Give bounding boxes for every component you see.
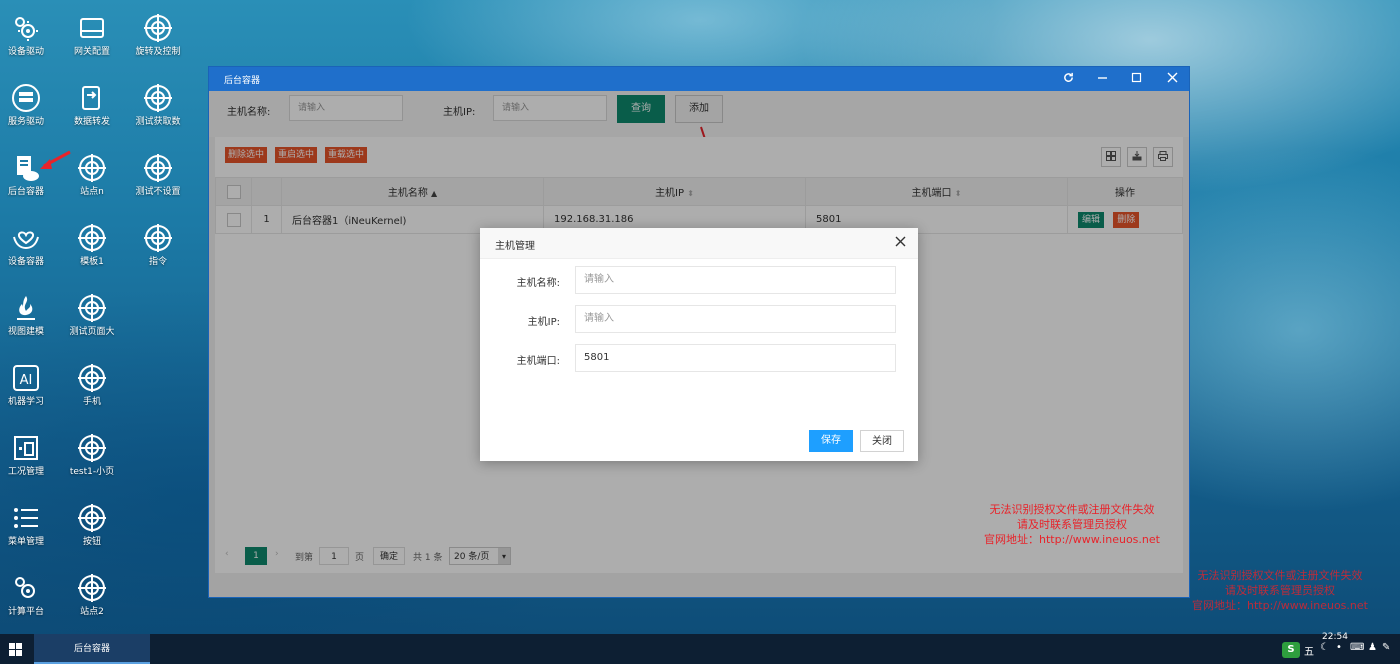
watermark-bottom-right: 无法识别授权文件或注册文件失效 请及时联系管理员授权 官网地址：http://w…	[1192, 569, 1368, 612]
ime-mode[interactable]: 五	[1304, 643, 1314, 658]
desktop-icon-service-driver[interactable]: 服务驱动	[0, 80, 56, 140]
keyboard-icon[interactable]: ⌨	[1350, 642, 1364, 653]
save-button[interactable]: 保存	[809, 430, 853, 452]
target-icon	[62, 290, 122, 326]
ai-icon: AI	[0, 360, 56, 396]
host-port-field-label: 主机端口:	[516, 356, 560, 367]
taskbar: 后台容器 S 五 ☾ • ⌨ ♟ ✎ 22:54	[0, 632, 1400, 664]
desktop-icon-command[interactable]: 指令	[128, 220, 188, 280]
gateway-icon	[62, 10, 122, 46]
target-icon	[128, 220, 188, 256]
desktop-icon-compute-platform[interactable]: 计算平台	[0, 570, 56, 630]
dialog-header: 主机管理	[480, 228, 918, 259]
maximize-button[interactable]	[1121, 67, 1151, 91]
forward-doc-icon	[62, 80, 122, 116]
host-ip-field-label: 主机IP:	[527, 317, 560, 328]
target-icon	[62, 570, 122, 606]
close-icon	[1167, 72, 1178, 86]
annotation-arrow-icon	[40, 150, 71, 169]
maximize-icon	[1131, 72, 1142, 86]
clock[interactable]: 22:54	[1322, 632, 1348, 642]
close-window-button[interactable]	[1157, 67, 1187, 91]
server-icon	[0, 80, 56, 116]
punctuation-icon[interactable]: •	[1336, 642, 1342, 653]
target-icon	[62, 430, 122, 466]
desktop-icon-device-driver[interactable]: 设备驱动	[0, 10, 56, 70]
target-icon	[62, 220, 122, 256]
flame-icon	[0, 290, 56, 326]
close-icon	[895, 236, 906, 250]
desktop-icon-site-2[interactable]: 站点2	[62, 570, 122, 630]
watermark-center: 无法识别授权文件或注册文件失效 请及时联系管理员授权 官网地址：http://w…	[984, 503, 1160, 546]
refresh-icon	[1063, 72, 1074, 86]
desktop-icon-condition-management[interactable]: 工况管理	[0, 430, 56, 490]
target-icon	[62, 500, 122, 536]
desktop-icon-test-fetch[interactable]: 测试获取数	[128, 80, 188, 140]
refresh-button[interactable]	[1053, 67, 1083, 91]
building-icon	[0, 430, 56, 466]
desktop-icon-template-1[interactable]: 模板1	[62, 220, 122, 280]
desktop-icon-device-container[interactable]: 设备容器	[0, 220, 56, 280]
taskbar-item-backend-container[interactable]: 后台容器	[34, 634, 150, 664]
close-dialog-button[interactable]	[895, 236, 906, 250]
desktop-icon-machine-learning[interactable]: AI 机器学习	[0, 360, 56, 420]
target-icon	[128, 10, 188, 46]
host-port-field[interactable]: 5801	[575, 344, 896, 372]
desktop-icon-view-modeling[interactable]: 视图建模	[0, 290, 56, 350]
host-name-field-label: 主机名称:	[516, 278, 560, 289]
target-icon	[128, 80, 188, 116]
minimize-icon	[1097, 72, 1108, 86]
desktop-icon-menu-management[interactable]: 菜单管理	[0, 500, 56, 560]
user-icon[interactable]: ♟	[1368, 642, 1377, 653]
wrench-icon[interactable]: ✎	[1382, 642, 1390, 653]
minimize-button[interactable]	[1087, 67, 1117, 91]
sogou-ime-icon[interactable]: S	[1282, 642, 1300, 658]
list-icon	[0, 500, 56, 536]
desktop-icon-gateway-config[interactable]: 网关配置	[62, 10, 122, 70]
desktop-icon-test1-small-page[interactable]: test1-小页	[62, 430, 122, 490]
close-button[interactable]: 关闭	[860, 430, 904, 452]
svg-text:AI: AI	[20, 373, 33, 388]
desktop-icon-rotate-control[interactable]: 旋转及控制	[128, 10, 188, 70]
moon-icon[interactable]: ☾	[1320, 642, 1329, 653]
gear-cog-icon	[0, 10, 56, 46]
host-name-field[interactable]: 请输入	[575, 266, 896, 294]
windows-logo-icon	[9, 643, 22, 659]
start-button[interactable]	[9, 643, 22, 659]
window-titlebar[interactable]: 后台容器	[209, 67, 1189, 91]
target-icon	[62, 360, 122, 396]
host-management-dialog: 主机管理 主机名称: 请输入 主机IP: 请输入 主机端口: 5801 保存 关…	[480, 228, 918, 461]
hands-heart-icon	[0, 220, 56, 256]
target-icon	[128, 150, 188, 186]
dialog-title: 主机管理	[495, 241, 535, 252]
desktop-icon-button[interactable]: 按钮	[62, 500, 122, 560]
gear-cog-icon	[0, 570, 56, 606]
desktop-icon-data-forward[interactable]: 数据转发	[62, 80, 122, 140]
desktop-icon-test-no-setting[interactable]: 测试不设置	[128, 150, 188, 210]
desktop-icon-test-page-large[interactable]: 测试页面大	[62, 290, 122, 350]
window-title: 后台容器	[224, 76, 261, 86]
host-ip-field[interactable]: 请输入	[575, 305, 896, 333]
desktop-icon-mobile[interactable]: 手机	[62, 360, 122, 420]
